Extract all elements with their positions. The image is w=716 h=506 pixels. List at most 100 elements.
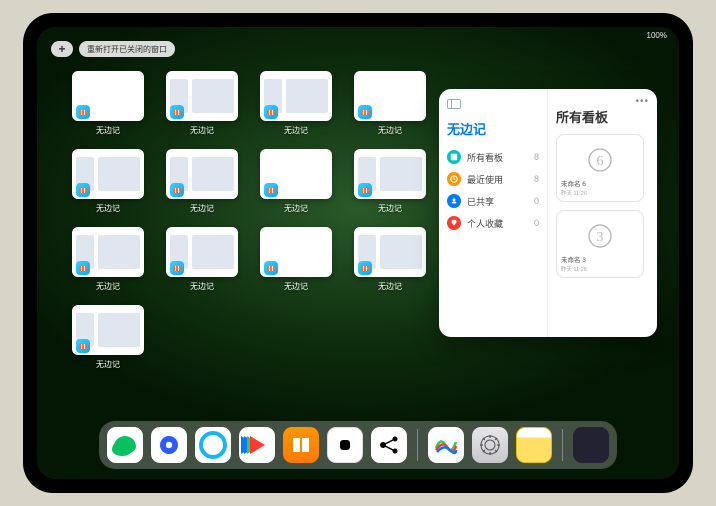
- dock-app-wechat[interactable]: [107, 427, 143, 463]
- board-card[interactable]: 6 未命名 6 昨天 11:26: [556, 134, 644, 202]
- panel-app-title: 无边记: [447, 119, 539, 138]
- app-thumbnail[interactable]: 无边记: [351, 71, 429, 141]
- app-thumbnail[interactable]: 无边记: [69, 71, 147, 141]
- freeform-app-icon: [358, 183, 372, 197]
- board-preview: 3: [561, 215, 639, 257]
- sidebar-item-count: 8: [534, 174, 539, 184]
- panel-content: ••• 所有看板 6 未命名 6 昨天 11:26 3 未命名 3 昨天 11:…: [547, 89, 657, 337]
- sidebar-item[interactable]: 个人收藏 0: [447, 212, 539, 234]
- sidebar-item-count: 0: [534, 196, 539, 206]
- sidebar-item-label: 所有看板: [467, 151, 528, 164]
- freeform-app-icon: [358, 105, 372, 119]
- freeform-app-icon: [76, 261, 90, 275]
- sidebar-item-label: 个人收藏: [467, 217, 528, 230]
- sidebar-item-icon: [447, 194, 461, 208]
- app-thumbnail[interactable]: 无边记: [163, 227, 241, 297]
- app-thumbnail[interactable]: 无边记: [163, 149, 241, 219]
- svg-text:6: 6: [597, 154, 604, 169]
- board-time: 昨天 11:26: [561, 189, 639, 197]
- status-bar: 100%: [647, 31, 667, 40]
- board-preview: 6: [561, 139, 639, 181]
- thumbnail-label: 无边记: [96, 125, 120, 136]
- thumbnail-label: 无边记: [96, 203, 120, 214]
- app-thumbnail[interactable]: 无边记: [351, 149, 429, 219]
- sidebar-item-count: 0: [534, 218, 539, 228]
- sidebar-item-count: 8: [534, 152, 539, 162]
- app-thumbnail[interactable]: 无边记: [69, 149, 147, 219]
- battery-text: 100%: [647, 31, 667, 40]
- dock-divider: [417, 429, 418, 461]
- sidebar-item[interactable]: 所有看板 8: [447, 146, 539, 168]
- sidebar-toggle-icon[interactable]: [447, 99, 461, 109]
- sidebar-item[interactable]: 已共享 0: [447, 190, 539, 212]
- dock-app-books[interactable]: [283, 427, 319, 463]
- app-thumbnail[interactable]: 无边记: [69, 227, 147, 297]
- ipad-device: 100% + 重新打开已关闭的窗口 无边记 无边记 无边记 无边记 无边记: [23, 13, 693, 493]
- dock-app-qq[interactable]: [195, 427, 231, 463]
- thumbnail-label: 无边记: [284, 281, 308, 292]
- thumbnail-label: 无边记: [190, 125, 214, 136]
- thumbnail-window: [260, 71, 332, 121]
- thumbnail-window: [260, 149, 332, 199]
- sidebar-item-icon: [447, 172, 461, 186]
- freeform-panel: 无边记 所有看板 8 最近使用 8 已共享 0 个人收藏 0 ••• 所有看板 …: [439, 89, 657, 337]
- thumbnail-window: [166, 71, 238, 121]
- thumbnail-window: [354, 71, 426, 121]
- thumbnail-window: [72, 71, 144, 121]
- thumbnail-label: 无边记: [284, 203, 308, 214]
- dock-app-play[interactable]: [239, 427, 275, 463]
- sidebar-item-label: 最近使用: [467, 173, 528, 186]
- board-time: 昨天 11:26: [561, 265, 639, 273]
- dock-app-library[interactable]: [573, 427, 609, 463]
- dock-app-freeform[interactable]: [428, 427, 464, 463]
- thumbnail-window: [72, 149, 144, 199]
- panel-section-title: 所有看板: [556, 107, 649, 126]
- board-card[interactable]: 3 未命名 3 昨天 11:26: [556, 210, 644, 278]
- reopen-label: 重新打开已关闭的窗口: [87, 44, 167, 55]
- plus-icon: +: [58, 42, 65, 56]
- svg-text:3: 3: [597, 230, 604, 245]
- thumbnail-label: 无边记: [96, 281, 120, 292]
- more-icon[interactable]: •••: [635, 99, 649, 105]
- thumbnail-window: [72, 305, 144, 355]
- thumbnail-label: 无边记: [96, 359, 120, 370]
- app-thumbnail[interactable]: 无边记: [69, 305, 147, 375]
- reopen-closed-window-button[interactable]: 重新打开已关闭的窗口: [79, 41, 175, 57]
- thumbnail-label: 无边记: [190, 203, 214, 214]
- freeform-app-icon: [264, 183, 278, 197]
- app-switcher-grid: 无边记 无边记 无边记 无边记 无边记 无边记 无边记 无边记 无边记 无边记: [69, 71, 429, 375]
- thumbnail-window: [72, 227, 144, 277]
- thumbnail-window: [354, 227, 426, 277]
- app-thumbnail[interactable]: 无边记: [163, 71, 241, 141]
- dock: [99, 421, 617, 469]
- new-window-button[interactable]: +: [51, 41, 73, 57]
- dock-divider: [562, 429, 563, 461]
- top-bar: + 重新打开已关闭的窗口: [51, 41, 175, 57]
- sidebar-item-icon: [447, 216, 461, 230]
- sidebar-item[interactable]: 最近使用 8: [447, 168, 539, 190]
- dock-app-dice[interactable]: [327, 427, 363, 463]
- thumbnail-window: [166, 227, 238, 277]
- panel-sidebar: 无边记 所有看板 8 最近使用 8 已共享 0 个人收藏 0: [439, 89, 547, 337]
- app-thumbnail[interactable]: 无边记: [351, 227, 429, 297]
- app-thumbnail[interactable]: 无边记: [257, 227, 335, 297]
- thumbnail-label: 无边记: [284, 125, 308, 136]
- dock-app-nodes[interactable]: [371, 427, 407, 463]
- freeform-app-icon: [170, 183, 184, 197]
- thumbnail-window: [166, 149, 238, 199]
- freeform-app-icon: [76, 339, 90, 353]
- dock-app-settings[interactable]: [472, 427, 508, 463]
- freeform-app-icon: [264, 105, 278, 119]
- sidebar-item-icon: [447, 150, 461, 164]
- ipad-screen: 100% + 重新打开已关闭的窗口 无边记 无边记 无边记 无边记 无边记: [37, 27, 679, 479]
- board-name: 未命名 6: [561, 181, 639, 189]
- thumbnail-label: 无边记: [378, 125, 402, 136]
- dock-app-qqb[interactable]: [151, 427, 187, 463]
- freeform-app-icon: [358, 261, 372, 275]
- freeform-app-icon: [76, 183, 90, 197]
- thumbnail-window: [354, 149, 426, 199]
- dock-app-notes[interactable]: [516, 427, 552, 463]
- app-thumbnail[interactable]: 无边记: [257, 149, 335, 219]
- sidebar-item-label: 已共享: [467, 195, 528, 208]
- app-thumbnail[interactable]: 无边记: [257, 71, 335, 141]
